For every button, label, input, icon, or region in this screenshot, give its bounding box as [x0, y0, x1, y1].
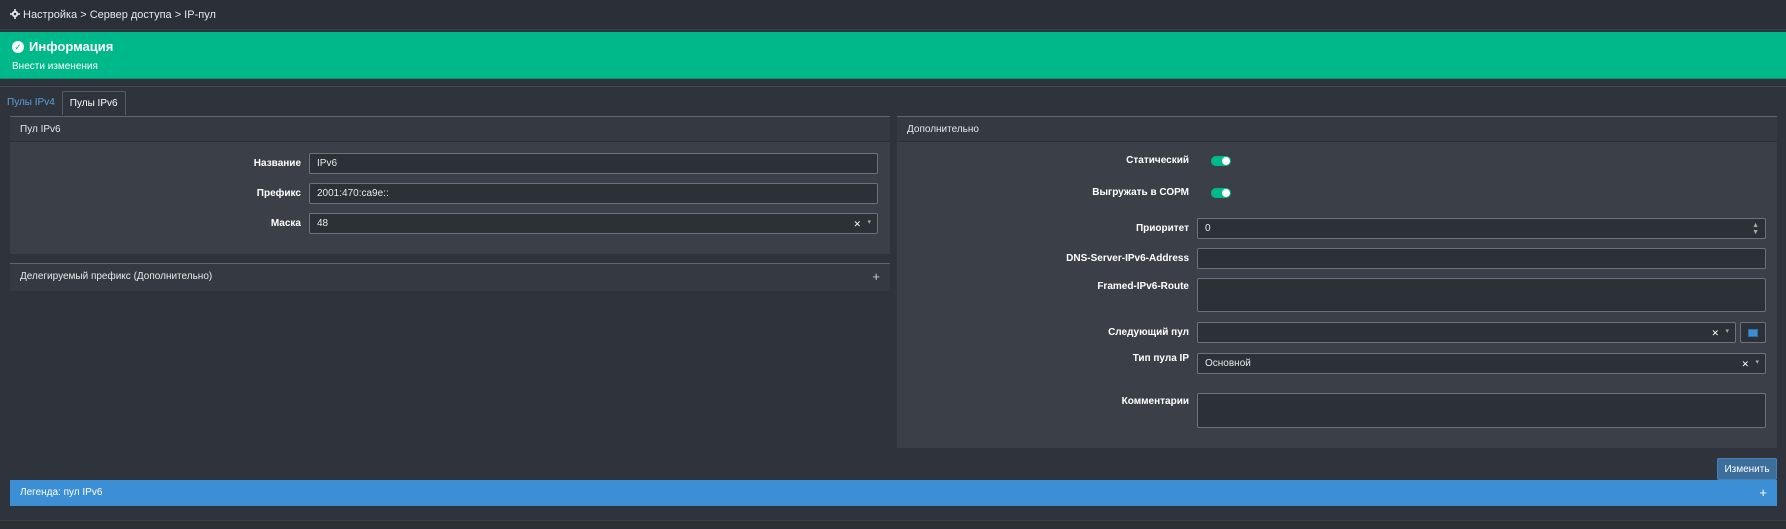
- static-toggle[interactable]: [1211, 155, 1231, 166]
- info-message: Внести изменения: [12, 61, 98, 72]
- name-input[interactable]: IPv6: [309, 153, 878, 174]
- panel-header: Пул IPv6: [10, 117, 890, 142]
- mask-select[interactable]: 48 ✕ ▾: [309, 213, 878, 234]
- clear-icon[interactable]: ✕: [853, 219, 861, 230]
- breadcrumb: Настройка > Сервер доступа > IP-пул: [0, 0, 1786, 30]
- route-label: Framed-IPv6-Route: [1097, 281, 1189, 292]
- next-pool-label: Следующий пул: [1108, 327, 1189, 338]
- additional-panel: Дополнительно Статический Выгружать в СО…: [897, 116, 1777, 448]
- info-title: Информация: [29, 39, 114, 54]
- mask-value: 48: [317, 218, 329, 229]
- panel-header: Дополнительно: [897, 117, 1777, 142]
- window-icon: [1748, 328, 1758, 337]
- delegated-header: Делегируемый префикс (Дополнительно): [10, 264, 890, 291]
- check-circle-icon: ✓: [12, 40, 24, 53]
- comment-label: Комментарии: [1121, 396, 1189, 407]
- pool-type-value: Основной: [1205, 358, 1251, 369]
- mask-label: Маска: [270, 218, 301, 229]
- chevron-down-icon[interactable]: ▾: [1725, 327, 1729, 335]
- pool-type-select[interactable]: Основной ✕ ▾: [1197, 353, 1766, 374]
- prefix-input[interactable]: 2001:470:ca9e::: [309, 183, 878, 204]
- static-label: Статический: [1126, 155, 1189, 166]
- name-label: Название: [253, 158, 301, 169]
- next-pool-select[interactable]: ✕ ▾: [1197, 322, 1736, 343]
- browse-pool-button[interactable]: [1740, 322, 1766, 343]
- footer-strip: [0, 520, 1786, 529]
- legend-panel[interactable]: Легенда: пул IPv6 +: [10, 480, 1777, 506]
- legend-label: Легенда: пул IPv6: [20, 487, 103, 498]
- change-button[interactable]: Изменить: [1717, 458, 1777, 480]
- comment-textarea[interactable]: [1197, 393, 1766, 428]
- dns-input[interactable]: [1197, 248, 1766, 269]
- chevron-down-icon[interactable]: ▾: [867, 218, 871, 226]
- clear-icon[interactable]: ✕: [1711, 328, 1719, 339]
- tab-ipv4-pools[interactable]: Пулы IPv4: [0, 91, 62, 115]
- gear-icon: [10, 9, 20, 19]
- clear-icon[interactable]: ✕: [1741, 359, 1749, 370]
- chevron-down-icon[interactable]: ▾: [1755, 358, 1759, 366]
- tab-ipv6-pools[interactable]: Пулы IPv6: [61, 91, 126, 115]
- info-banner: ✓ Информация Внести изменения: [0, 32, 1786, 79]
- divider: [0, 86, 1786, 87]
- tab-bar: Пулы IPv4 Пулы IPv6: [0, 91, 126, 115]
- spinner-icon[interactable]: ▲ ▼: [1752, 222, 1759, 236]
- prefix-label: Префикс: [256, 188, 301, 199]
- dns-label: DNS-Server-IPv6-Address: [1066, 253, 1189, 264]
- expand-plus-icon[interactable]: +: [1759, 486, 1767, 499]
- priority-input[interactable]: 0 ▲ ▼: [1197, 218, 1766, 239]
- delegated-prefix-panel[interactable]: Делегируемый префикс (Дополнительно) +: [10, 263, 890, 291]
- priority-label: Приоритет: [1135, 223, 1189, 234]
- ipv6-pool-panel: Пул IPv6 Название IPv6 Префикс 2001:470:…: [10, 116, 890, 254]
- expand-plus-icon[interactable]: +: [872, 270, 880, 283]
- priority-value: 0: [1205, 223, 1211, 234]
- export-sorm-label: Выгружать в СОРМ: [1092, 187, 1189, 198]
- pool-type-label: Тип пула IP: [1132, 353, 1189, 364]
- route-textarea[interactable]: [1197, 278, 1766, 312]
- export-sorm-toggle[interactable]: [1211, 187, 1231, 198]
- breadcrumb-text: Настройка > Сервер доступа > IP-пул: [23, 9, 216, 21]
